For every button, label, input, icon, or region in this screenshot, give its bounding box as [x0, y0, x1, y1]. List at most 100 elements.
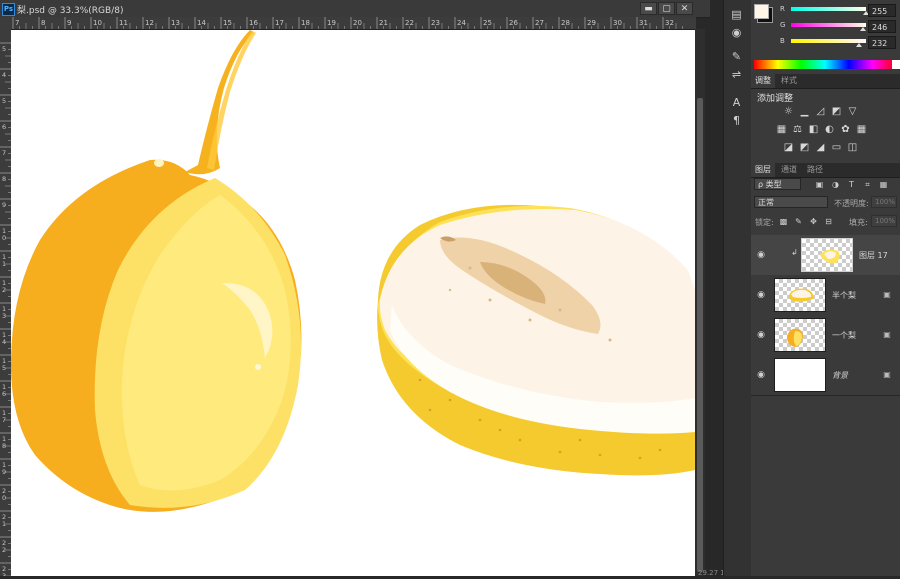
- ruler-h-label: 25: [483, 19, 492, 27]
- properties-icon[interactable]: ⇌: [728, 68, 745, 82]
- channel-slider-thumb[interactable]: [860, 27, 866, 31]
- selective-color-icon[interactable]: ◫: [847, 143, 858, 153]
- ruler-h-label: 20: [353, 19, 362, 27]
- minimize-button[interactable]: ▬: [640, 2, 657, 15]
- channel-mixer-icon[interactable]: ✿: [840, 125, 851, 135]
- layer-thumbnail[interactable]: [801, 238, 853, 272]
- color-balance-icon[interactable]: ⚖: [792, 125, 803, 135]
- layer-name[interactable]: 背景: [832, 370, 848, 381]
- filter-shape-icon[interactable]: ⌗: [863, 180, 872, 189]
- lock-position-icon[interactable]: ✥: [809, 217, 818, 226]
- horizontal-ruler-ticks: 7 8 9 10 11 12 13 14 15 16 17 18 19 20 21 22 23 24 25 26 27 2…: [12, 17, 683, 29]
- channel-slider-g[interactable]: [791, 23, 866, 27]
- filter-type-icon[interactable]: T: [847, 180, 856, 189]
- ruler-h-label: 32: [665, 19, 674, 27]
- canvas[interactable]: [11, 30, 695, 576]
- tab-layers[interactable]: 图层: [751, 163, 775, 177]
- channel-value-r[interactable]: 255: [868, 4, 896, 17]
- ruler-h-label: 29: [587, 19, 596, 27]
- photo-filter-icon[interactable]: ◐: [824, 125, 835, 135]
- layer-filter-select[interactable]: ρ 类型: [754, 178, 801, 190]
- close-button[interactable]: ✕: [676, 2, 693, 15]
- ruler-h-label: 27: [535, 19, 544, 27]
- gradient-map-icon[interactable]: ▭: [831, 143, 842, 153]
- vertical-ruler-ticks: 54567891011121314151617181920212223: [0, 42, 11, 579]
- channel-slider-b[interactable]: [791, 39, 866, 43]
- horizontal-ruler[interactable]: 7 8 9 10 11 12 13 14 15 16 17 18 19 20 21 22 23 24 25 26 27 2…: [0, 17, 696, 30]
- lock-image-icon[interactable]: ✎: [794, 217, 803, 226]
- paragraph-icon[interactable]: ¶: [728, 114, 745, 128]
- color-lookup-icon[interactable]: ▦: [856, 125, 867, 135]
- character-icon[interactable]: A: [728, 96, 745, 110]
- ruler-h-label: 28: [561, 19, 570, 27]
- spectrum-white-swatch[interactable]: [892, 60, 900, 69]
- ruler-v-label: 3: [2, 312, 6, 320]
- eye-visibility-icon[interactable]: ◉: [756, 251, 766, 260]
- ruler-v-label: 8: [2, 442, 6, 450]
- opacity-input[interactable]: 100%: [871, 196, 897, 208]
- ruler-h-label: 10: [93, 19, 102, 27]
- color-spectrum-bar[interactable]: [754, 60, 896, 69]
- ruler-h-label: 18: [301, 19, 310, 27]
- channel-value-g[interactable]: 246: [868, 20, 896, 33]
- color-panel-icon[interactable]: ◉: [728, 26, 745, 40]
- ruler-h-label: 16: [249, 19, 258, 27]
- tab-channels[interactable]: 通道: [777, 163, 801, 177]
- ruler-v-label: 5: [2, 45, 6, 53]
- filter-pixel-icon[interactable]: ▣: [815, 180, 824, 189]
- channel-slider-r[interactable]: [791, 7, 866, 11]
- vibrance-icon[interactable]: ▽: [847, 107, 858, 117]
- clipping-mask-arrow-icon: ↲: [791, 248, 798, 257]
- tab-adjustments[interactable]: 调整: [751, 74, 775, 88]
- ruler-v-label: 4: [2, 71, 6, 79]
- ruler-h-label: 21: [379, 19, 388, 27]
- black-white-icon[interactable]: ◧: [808, 125, 819, 135]
- ruler-h-label: 31: [639, 19, 648, 27]
- fill-input[interactable]: 100%: [871, 215, 897, 227]
- ruler-h-label: 13: [171, 19, 180, 27]
- eye-visibility-icon[interactable]: ◉: [756, 371, 766, 380]
- lock-all-icon[interactable]: ⊟: [824, 217, 833, 226]
- hue-saturation-icon[interactable]: ▦: [776, 125, 787, 135]
- vertical-scrollbar-thumb[interactable]: [697, 98, 703, 572]
- brightness-contrast-icon[interactable]: ☼: [783, 107, 794, 117]
- ruler-v-label: 2: [2, 286, 6, 294]
- posterize-icon[interactable]: ◩: [799, 143, 810, 153]
- photoshop-logo-icon: Ps: [2, 3, 15, 16]
- exposure-icon[interactable]: ◩: [831, 107, 842, 117]
- ruler-v-label: 1: [2, 260, 6, 268]
- filter-adjustment-icon[interactable]: ◑: [831, 180, 840, 189]
- lock-transparent-icon[interactable]: ▩: [779, 217, 788, 226]
- layer-name[interactable]: 图层 17: [859, 250, 888, 261]
- layer-name[interactable]: 一个梨: [832, 330, 856, 341]
- ruler-v-label: 0: [2, 234, 6, 242]
- layer-lock-icon: ▣: [883, 290, 891, 299]
- eye-visibility-icon[interactable]: ◉: [756, 331, 766, 340]
- eye-visibility-icon[interactable]: ◉: [756, 291, 766, 300]
- adjustments-tabbar: 调整 样式: [751, 74, 900, 89]
- layer-name[interactable]: 半个梨: [832, 290, 856, 301]
- brush-presets-icon[interactable]: ✎: [728, 50, 745, 64]
- channel-value-b[interactable]: 232: [868, 36, 896, 49]
- layer-thumbnail[interactable]: [774, 278, 826, 312]
- invert-icon[interactable]: ◪: [783, 143, 794, 153]
- threshold-icon[interactable]: ◢: [815, 143, 826, 153]
- blend-mode-select[interactable]: 正常: [754, 196, 828, 208]
- maximize-button[interactable]: ▢: [658, 2, 675, 15]
- ruler-v-label: 6: [2, 390, 6, 398]
- filter-smartobject-icon[interactable]: ▦: [879, 180, 888, 189]
- ruler-h-label: 23: [431, 19, 440, 27]
- levels-icon[interactable]: ▁: [799, 107, 810, 117]
- channel-slider-thumb[interactable]: [856, 43, 863, 47]
- ruler-v-label: 4: [2, 338, 6, 346]
- layer-thumbnail[interactable]: [774, 358, 826, 392]
- layer-thumbnail[interactable]: [774, 318, 826, 352]
- foreground-color-swatch[interactable]: [754, 4, 769, 19]
- tab-paths[interactable]: 路径: [803, 163, 827, 177]
- curves-icon[interactable]: ◿: [815, 107, 826, 117]
- history-icon[interactable]: ▤: [728, 8, 745, 22]
- tab-styles[interactable]: 样式: [777, 74, 801, 88]
- ruler-h-label: 15: [223, 19, 232, 27]
- half-pear: [377, 204, 695, 476]
- ruler-v-label: 2: [2, 546, 6, 554]
